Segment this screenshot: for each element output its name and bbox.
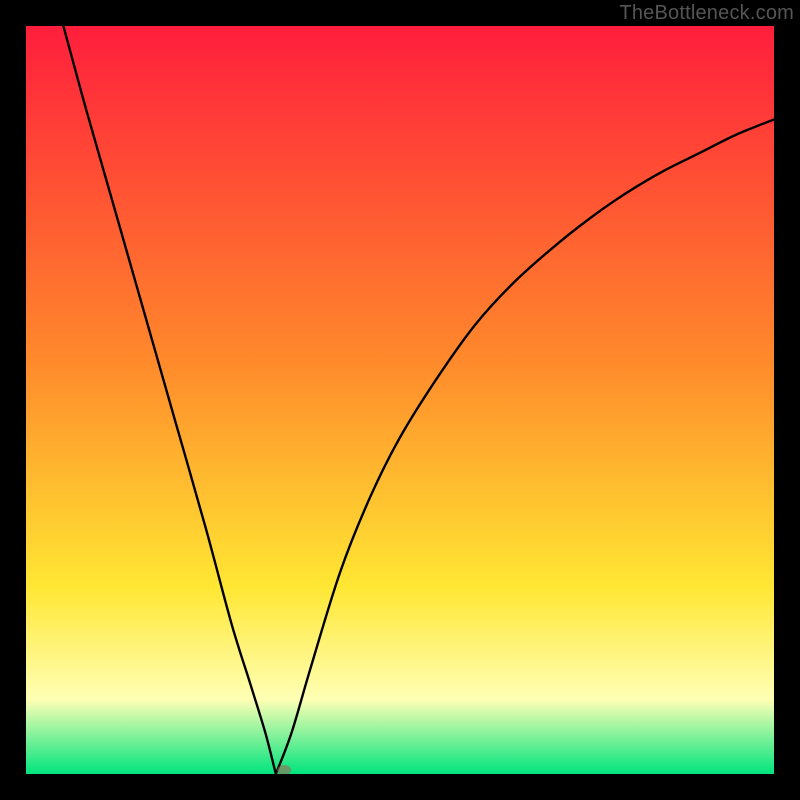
plot-frame [26,26,774,774]
plot-svg [26,26,774,774]
gradient-background [26,26,774,774]
chart-stage: TheBottleneck.com [0,0,800,800]
watermark-text: TheBottleneck.com [619,2,794,25]
